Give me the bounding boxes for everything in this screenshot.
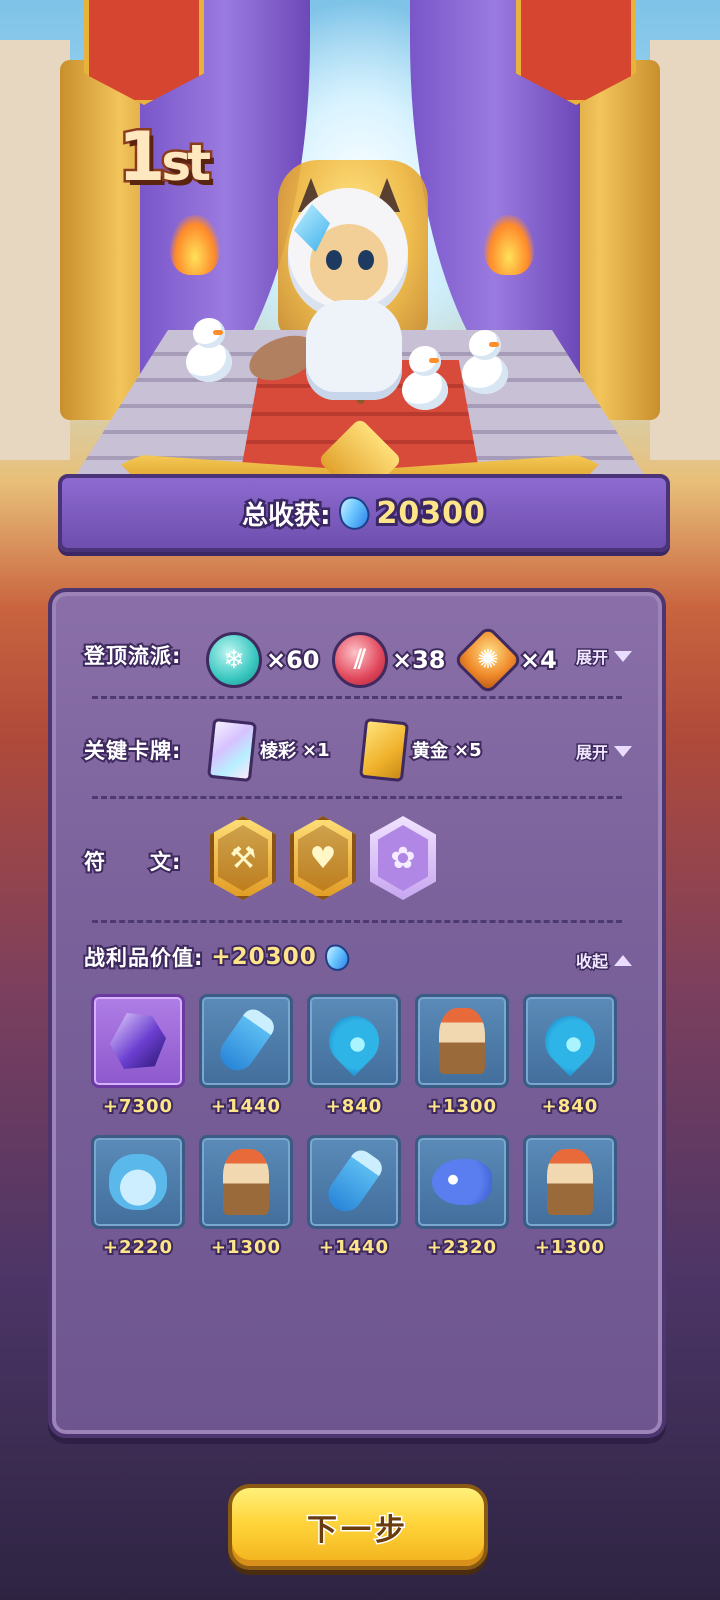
card-name: 黄金 xyxy=(410,739,450,764)
expand-label: 展开 xyxy=(574,742,609,764)
loot-value-header: 战利品价值: +20300 xyxy=(82,940,353,974)
runes-label: 符 文: xyxy=(82,848,182,876)
puffer-fish-icon xyxy=(432,1159,492,1205)
divider xyxy=(92,696,622,699)
loot-item-value: +1300 xyxy=(209,1235,282,1260)
key-card-item: 黄金 ×5 xyxy=(358,717,484,783)
blue-bottle-icon xyxy=(321,1146,387,1218)
loot-item[interactable]: +1300 xyxy=(415,994,509,1119)
loot-item-value: +1300 xyxy=(533,1235,606,1260)
divider xyxy=(92,796,622,799)
total-haul-label: 总收获: xyxy=(240,498,333,533)
faction-count: ×4 xyxy=(518,644,559,676)
blue-bottle-icon xyxy=(213,1005,279,1077)
loot-item[interactable]: +1440 xyxy=(307,1135,401,1260)
chevron-up-icon xyxy=(614,954,632,966)
loot-value-label: 战利品价值: xyxy=(82,944,204,972)
results-panel: 登顶流派: ❄ ×60 ⫽ ×38 ✺ ×4 展开 关键卡牌: 棱彩 ×1 黄金… xyxy=(48,588,666,1438)
key-cards-label: 关键卡牌: xyxy=(82,737,182,765)
card-qty: ×5 xyxy=(452,738,484,763)
loot-item-value: +2220 xyxy=(101,1235,174,1260)
winner-character xyxy=(243,178,448,418)
loot-item[interactable]: +1440 xyxy=(199,994,293,1119)
bull-totem-icon xyxy=(547,1149,593,1215)
total-haul-banner: 总收获: 20300 xyxy=(58,474,670,552)
flame-swirl-icon: ✺ xyxy=(452,624,524,696)
loot-item[interactable]: +7300 xyxy=(91,994,185,1119)
loot-item-value: +1300 xyxy=(425,1094,498,1119)
factions-label: 登顶流派: xyxy=(82,642,182,670)
next-step-button[interactable]: 下一步 xyxy=(228,1484,488,1570)
expand-label: 展开 xyxy=(574,647,609,669)
snowflake-icon: ❄ xyxy=(206,632,262,688)
water-drop-icon xyxy=(318,1005,390,1077)
golden-hammer-rune-icon[interactable]: ⚒ xyxy=(210,816,276,900)
snowman-icon xyxy=(186,318,232,382)
brazier-fire-icon xyxy=(484,215,534,275)
rank-number: 1 xyxy=(115,116,167,200)
brazier-fire-icon xyxy=(170,215,220,275)
faction-count: ×60 xyxy=(264,644,321,676)
card-qty: ×1 xyxy=(300,738,332,763)
claw-icon: ⫽ xyxy=(332,632,388,688)
loot-item-value: +840 xyxy=(324,1094,384,1119)
loot-item-value: +840 xyxy=(540,1094,600,1119)
collapse-label: 收起 xyxy=(574,951,609,973)
chevron-down-icon xyxy=(614,650,632,662)
chevron-down-icon xyxy=(614,745,632,757)
faction-item: ✺ ×4 xyxy=(452,624,559,696)
loot-item[interactable]: +840 xyxy=(307,994,401,1119)
castle-wall-right xyxy=(650,40,720,460)
water-drop-icon xyxy=(534,1005,606,1077)
loot-item-value: +7300 xyxy=(101,1094,174,1119)
purple-crystal-icon xyxy=(110,1013,166,1069)
loot-item-value: +1440 xyxy=(209,1094,282,1119)
loot-value-total: +20300 xyxy=(209,942,317,972)
total-haul-value: 20300 xyxy=(374,493,488,534)
loot-item[interactable]: +840 xyxy=(523,994,617,1119)
rank-badge: 1st xyxy=(115,116,214,200)
snowman-icon xyxy=(462,330,508,394)
loot-grid: +7300 +1440 +840 +1300 +840 +2220 +1300 … xyxy=(91,994,622,1260)
card-rune-icon[interactable]: ✿ xyxy=(370,816,436,900)
divider xyxy=(92,920,622,923)
bull-totem-icon xyxy=(223,1149,269,1215)
loot-item[interactable]: +1300 xyxy=(199,1135,293,1260)
loot-item[interactable]: +2220 xyxy=(91,1135,185,1260)
faction-item: ❄ ×60 xyxy=(206,632,321,688)
prismatic-card-icon xyxy=(206,717,258,783)
loot-item[interactable]: +2320 xyxy=(415,1135,509,1260)
card-name: 棱彩 xyxy=(258,739,298,764)
key-cards-expand-toggle[interactable]: 展开 xyxy=(574,739,632,764)
key-card-item: 棱彩 ×1 xyxy=(206,717,332,783)
loot-item[interactable]: +1300 xyxy=(523,1135,617,1260)
bull-totem-icon xyxy=(439,1008,485,1074)
loot-item-value: +1440 xyxy=(317,1235,390,1260)
loot-collapse-toggle[interactable]: 收起 xyxy=(574,948,632,973)
gem-icon xyxy=(333,492,374,534)
heart-swirl-rune-icon[interactable]: ♥ xyxy=(290,816,356,900)
faction-item: ⫽ ×38 xyxy=(332,632,447,688)
faction-count: ×38 xyxy=(390,644,447,676)
rank-suffix: st xyxy=(159,132,214,195)
gem-icon xyxy=(321,940,353,974)
potion-jar-icon xyxy=(109,1154,167,1210)
loot-item-value: +2320 xyxy=(425,1235,498,1260)
factions-expand-toggle[interactable]: 展开 xyxy=(574,644,632,669)
gold-card-icon xyxy=(358,717,410,783)
